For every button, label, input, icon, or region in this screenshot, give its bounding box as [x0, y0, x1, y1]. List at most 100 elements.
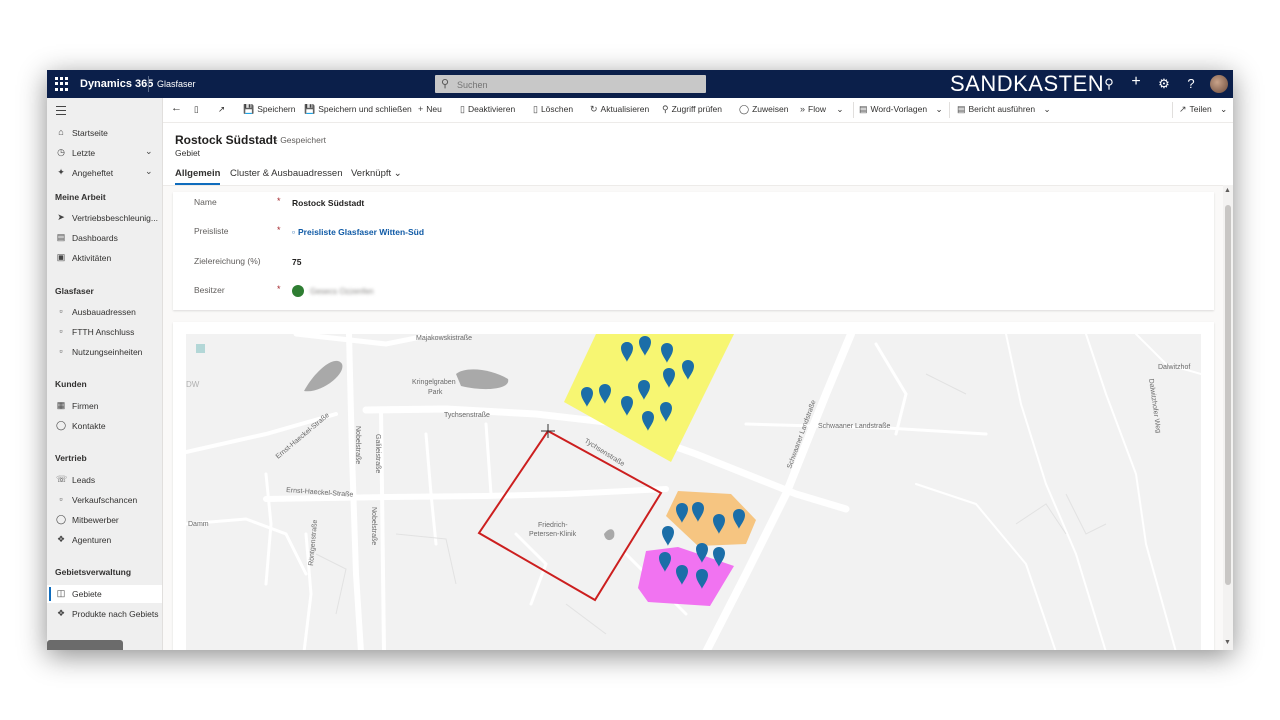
assign-button[interactable]: ◯ Zuweisen: [739, 104, 788, 115]
back-arrow-icon[interactable]: ←: [171, 102, 182, 114]
sidebar-item-letzte[interactable]: ◷ Letzte ⌄: [47, 144, 162, 162]
lake: [456, 369, 509, 390]
record-icon[interactable]: ▯: [194, 104, 199, 115]
scrollbar-thumb[interactable]: [1225, 205, 1231, 585]
divider: [1172, 102, 1173, 118]
clock-icon: ◷: [57, 147, 65, 157]
global-search[interactable]: ⚲: [435, 75, 706, 93]
puzzle-icon: ❖: [56, 534, 66, 544]
target-label: Zielereichung (%): [194, 256, 261, 266]
save-status: - Gespeichert: [275, 135, 327, 145]
map-canvas[interactable]: Majakowskistraße Kringelgraben Park Tych…: [186, 334, 1201, 650]
floating-tab[interactable]: [47, 640, 123, 650]
tab-cluster-ausbauadressen[interactable]: Cluster & Ausbauadressen: [230, 168, 342, 179]
app-module-name[interactable]: Glasfaser: [157, 79, 196, 89]
scroll-down-icon[interactable]: ▼: [1224, 639, 1231, 646]
pricelist-lookup[interactable]: ▫ Preisliste Glasfaser Witten-Süd: [292, 227, 424, 237]
sidebar-item-label: Verkaufschancen: [72, 495, 138, 505]
run-report-label: Bericht ausführen: [968, 104, 1036, 114]
deactivate-button[interactable]: ▯ Deaktivieren: [460, 104, 515, 115]
sidebar-item-angeheftet[interactable]: ✦ Angeheftet ⌄: [47, 164, 162, 182]
search-input[interactable]: [455, 77, 699, 93]
map-section: Majakowskistraße Kringelgraben Park Tych…: [173, 322, 1214, 650]
app-name[interactable]: Dynamics 365: [80, 78, 153, 90]
general-form-section: Name * Rostock Südstadt Preisliste * ▫ Pr…: [173, 192, 1214, 310]
required-indicator: *: [277, 196, 281, 206]
owner-lookup[interactable]: Gesecs Ozzenfen: [310, 287, 374, 296]
target-field[interactable]: 75: [292, 257, 301, 267]
sidebar-item-agenturen[interactable]: ❖ Agenturen: [47, 531, 162, 549]
sidebar-item-vertriebsbeschleunigung[interactable]: ➤ Vertriebsbeschleunig...: [47, 209, 162, 227]
person-icon: ◯: [56, 420, 67, 430]
sidebar-item-leads[interactable]: ☏ Leads: [47, 471, 162, 489]
sidebar-item-gebiete[interactable]: ◫ Gebiete: [47, 585, 162, 603]
plus-icon: +: [418, 104, 424, 114]
nav-group-title: Vertrieb: [55, 453, 87, 463]
command-bar: ← ▯ ↗ 💾 Speichern 💾 Speichern und schließe…: [163, 98, 1233, 123]
divider: [148, 76, 149, 92]
sidebar-item-aktivitaeten[interactable]: ▣ Aktivitäten: [47, 249, 162, 267]
save-close-icon: 💾: [304, 104, 316, 114]
report-icon: ▤: [957, 104, 966, 114]
building-icon: ▦: [56, 400, 66, 410]
lake: [304, 360, 343, 392]
owner-avatar: [292, 285, 304, 297]
flow-button[interactable]: » Flow ⌄: [800, 104, 843, 115]
sidebar-item-verkaufschancen[interactable]: ▫ Verkaufschancen: [47, 491, 162, 509]
chevron-down-icon[interactable]: ⌄: [145, 146, 153, 157]
app-launcher-icon[interactable]: [55, 77, 69, 91]
open-new-window-icon[interactable]: ↗: [218, 104, 225, 115]
territory-map[interactable]: Majakowskistraße Kringelgraben Park Tych…: [186, 334, 1201, 650]
nav-group-title: Glasfaser: [55, 286, 94, 296]
sidebar-item-nutzungseinheiten[interactable]: ▫ Nutzungseinheiten: [47, 343, 162, 361]
help-icon[interactable]: ?: [1183, 76, 1199, 91]
required-indicator: *: [277, 225, 281, 235]
sidebar-item-label: Gebiete: [72, 589, 102, 599]
street-label: Dalwitzhofer Weg: [1147, 378, 1162, 433]
sidebar-item-firmen[interactable]: ▦ Firmen: [47, 397, 162, 415]
avatar[interactable]: [1210, 75, 1228, 93]
gear-icon[interactable]: ⚙: [1156, 76, 1172, 92]
hamburger-icon[interactable]: [56, 106, 66, 118]
sidebar-item-ftth[interactable]: ▫ FTTH Anschluss: [47, 323, 162, 341]
document-icon: ▫: [59, 306, 63, 316]
sidebar-item-ausbauadressen[interactable]: ▫ Ausbauadressen: [47, 303, 162, 321]
sidebar-item-startseite[interactable]: ⌂ Startseite: [47, 124, 162, 142]
person-icon: ◯: [739, 104, 750, 114]
sidebar-item-mitbewerber[interactable]: ◯ Mitbewerber: [47, 511, 162, 529]
sidebar-item-label: Produkte nach Gebiets: [72, 609, 159, 619]
chevron-down-icon: ⌄: [393, 168, 402, 179]
sidebar-item-label: Startseite: [72, 128, 108, 138]
share-button[interactable]: ↗ Teilen ⌄: [1179, 104, 1227, 115]
new-button[interactable]: + Neu: [418, 104, 442, 114]
name-field[interactable]: Rostock Südstadt: [292, 198, 364, 208]
chevron-down-icon[interactable]: ⌄: [145, 166, 153, 177]
tab-allgemein[interactable]: Allgemein: [175, 168, 221, 185]
check-access-button[interactable]: ⚲ Zugriff prüfen: [662, 104, 722, 115]
top-bar: Dynamics 365 Glasfaser ⚲ SANDKASTEN ⚲ + …: [47, 70, 1233, 98]
sidebar-item-dashboards[interactable]: ▤ Dashboards: [47, 229, 162, 247]
map-pin-icon[interactable]: [662, 526, 674, 546]
sidebar-item-kontakte[interactable]: ◯ Kontakte: [47, 417, 162, 435]
document-icon: ▫: [59, 326, 63, 336]
save-button[interactable]: 💾 Speichern: [243, 104, 296, 115]
assign-label: Zuweisen: [752, 104, 789, 114]
lightbulb-icon[interactable]: ⚲: [1101, 76, 1117, 92]
save-close-button[interactable]: 💾 Speichern und schließen: [304, 104, 412, 115]
scrollbar[interactable]: ▲ ▼: [1223, 185, 1233, 650]
street-label: Tychsenstraße: [444, 412, 490, 419]
tab-verknuepft[interactable]: Verknüpft ⌄: [351, 168, 402, 179]
delete-button[interactable]: ▯ Löschen: [533, 104, 573, 115]
sidebar-item-produkte-nach-gebiets[interactable]: ❖ Produkte nach Gebiets: [47, 605, 162, 623]
plus-icon[interactable]: +: [1128, 73, 1144, 91]
street-label: Schwaaner Landstraße: [818, 423, 890, 430]
owner-label: Besitzer: [194, 285, 225, 295]
territory-outline[interactable]: [477, 429, 663, 602]
scroll-up-icon[interactable]: ▲: [1224, 187, 1231, 194]
map-control-icon[interactable]: [196, 344, 205, 353]
street-label: Damm: [188, 521, 209, 528]
refresh-button[interactable]: ↻ Aktualisieren: [590, 104, 649, 115]
run-report-button[interactable]: ▤ Bericht ausführen ⌄: [957, 104, 1051, 115]
word-templates-button[interactable]: ▤ Word-Vorlagen ⌄: [859, 104, 943, 115]
pricelist-link[interactable]: Preisliste Glasfaser Witten-Süd: [298, 227, 424, 237]
